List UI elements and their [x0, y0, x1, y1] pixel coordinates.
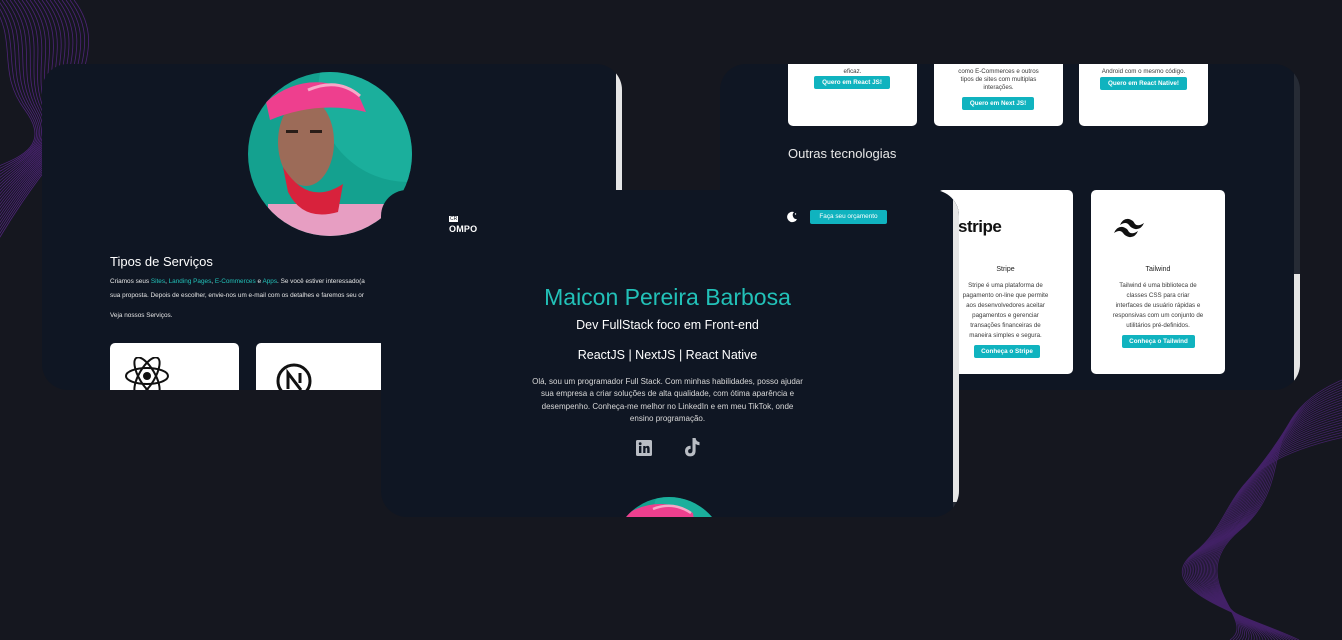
see-services-text: Veja nossos Serviços.: [110, 312, 173, 319]
tech-desc-line: interfaces de usuário rápidas e: [1115, 302, 1201, 309]
tech-desc-line: classes CSS para criar: [1126, 292, 1190, 299]
hero-name: Maicon Pereira Barbosa: [544, 284, 791, 310]
quote-button[interactable]: Faça seu orçamento: [810, 210, 887, 224]
profile-avatar-partial: [613, 497, 725, 517]
hero-panel-screenshot: CR OMPO Faça seu orçamento Maicon Pereir…: [381, 190, 959, 517]
react-native-offer-card: Android com o mesmo código. Quero em Rea…: [1079, 64, 1208, 126]
react-service-card[interactable]: [110, 343, 239, 390]
services-title: Tipos de Serviços: [110, 254, 213, 269]
other-technologies-title: Outras tecnologias: [788, 146, 897, 161]
card-text-line: interações.: [983, 84, 1014, 91]
stripe-logo: stripe: [958, 217, 1002, 236]
next-js-offer-card: como E-Commerces e outros tipos de sites…: [934, 64, 1063, 126]
stripe-button[interactable]: Conheça o Stripe: [974, 345, 1040, 358]
ecommerce-link[interactable]: E-Commerces: [215, 278, 256, 285]
react-icon: [125, 357, 169, 390]
tech-desc-line: utilitários pré-definidos.: [1126, 322, 1190, 329]
landing-pages-link[interactable]: Landing Pages: [169, 278, 212, 285]
next-js-button[interactable]: Quero em Next JS!: [962, 97, 1034, 110]
react-js-offer-card: eficaz. Quero em React JS!: [788, 64, 917, 126]
hero-bio: Olá, sou um programador Full Stack. Com …: [532, 377, 803, 423]
left-scrollbar-thumb[interactable]: [616, 72, 622, 190]
react-native-button[interactable]: Quero em React Native!: [1100, 77, 1187, 90]
center-scrollbar-thumb[interactable]: [953, 190, 959, 502]
sites-link[interactable]: Sites: [151, 278, 165, 285]
tech-desc-line: responsivas com um conjunto de: [1112, 312, 1204, 319]
hero-stack: ReactJS | NextJS | React Native: [577, 348, 758, 362]
linkedin-icon[interactable]: [635, 439, 653, 457]
tiktok-icon[interactable]: [682, 437, 702, 458]
services-intro-line2: sua proposta. Depois de escolher, envie-…: [110, 292, 364, 299]
react-js-button[interactable]: Quero em React JS!: [814, 76, 890, 89]
wave-line: [1193, 419, 1342, 640]
tailwind-button[interactable]: Conheça o Tailwind: [1122, 335, 1195, 348]
moon-icon[interactable]: [786, 211, 798, 223]
nextjs-icon: [276, 363, 312, 390]
tailwind-icon: [1114, 218, 1144, 238]
wave-line: [1208, 394, 1342, 640]
card-text: Android com o mesmo código.: [1101, 68, 1186, 75]
tech-name: Tailwind: [1145, 266, 1171, 273]
nextjs-service-card[interactable]: [256, 343, 385, 390]
site-logo[interactable]: CR OMPO: [449, 207, 477, 234]
logo-small-text: CR: [449, 216, 459, 222]
tailwind-tech-card: Tailwind Tailwind é uma biblioteca de cl…: [1091, 190, 1225, 374]
hero-role: Dev FullStack foco em Front-end: [576, 318, 759, 332]
right-scrollbar-thumb[interactable]: [1294, 274, 1300, 390]
apps-link[interactable]: Apps: [262, 278, 277, 285]
logo-text: OMPO: [449, 224, 478, 234]
services-intro: Criamos seus Sites, Landing Pages, E-Com…: [110, 278, 365, 285]
wave-line: [0, 16, 36, 166]
tech-desc-line: Tailwind é uma biblioteca de: [1119, 282, 1197, 289]
